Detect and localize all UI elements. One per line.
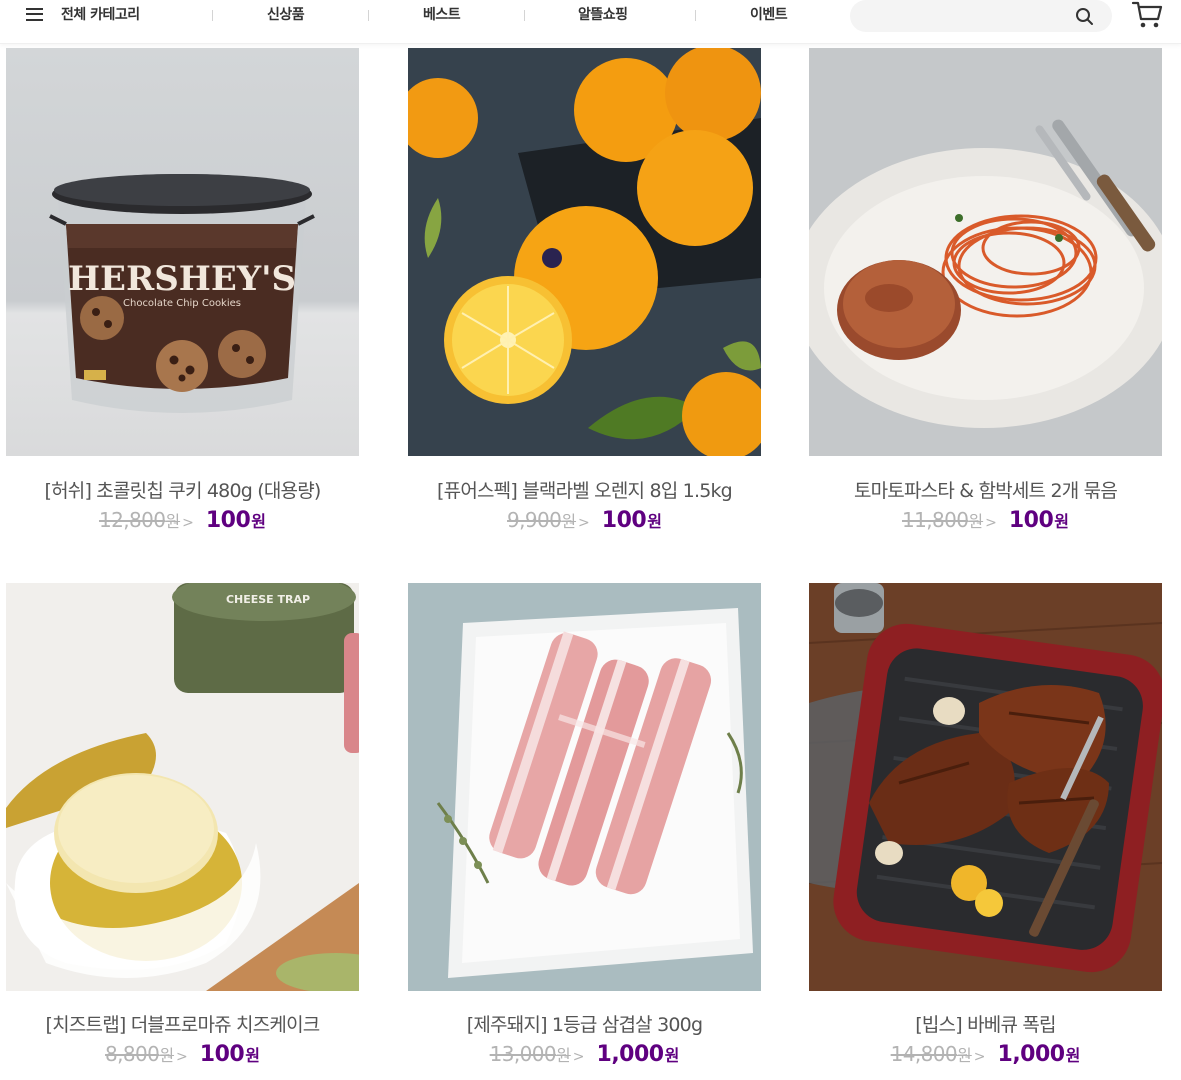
price-arrow-icon: > (973, 1049, 986, 1065)
cheese-trap-lid-text: CHEESE TRAP (226, 593, 310, 606)
price-arrow-icon: > (578, 515, 590, 531)
original-price: 12,800 (98, 508, 166, 532)
original-price: 11,800 (901, 508, 969, 532)
price-row: 12,800 원 > 100 원 (6, 508, 359, 536)
cart-icon[interactable] (1130, 0, 1164, 30)
product-name[interactable]: 토마토파스타 & 함박세트 2개 묶음 (809, 476, 1162, 503)
price-row: 9,900 원 > 100 원 (408, 508, 761, 536)
sale-price: 100 (199, 1042, 245, 1067)
nav-item-events[interactable]: 이벤트 (750, 4, 788, 24)
sale-price: 1,000 (997, 1042, 1066, 1067)
original-price-currency: 원 (556, 1046, 571, 1065)
product-image[interactable] (809, 583, 1162, 991)
price-row: 11,800 원 > 100 원 (809, 508, 1162, 536)
original-price: 8,800 (105, 1042, 160, 1066)
sale-price: 1,000 (596, 1042, 665, 1067)
sale-price: 100 (1008, 508, 1054, 533)
product-name[interactable]: [퓨어스펙] 블랙라벨 오렌지 8입 1.5kg (408, 476, 761, 503)
sale-price-currency: 원 (1065, 1046, 1081, 1065)
product-card[interactable]: [빕스] 바베큐 폭립 14,800 원 > 1,000 원 (809, 583, 1162, 1073)
product-card[interactable]: 토마토파스타 & 함박세트 2개 묶음 11,800 원 > 100 원 (809, 48, 1162, 548)
sale-price: 100 (205, 508, 251, 533)
sale-price-currency: 원 (664, 1046, 680, 1065)
hamburger-menu-icon (26, 7, 43, 21)
product-name[interactable]: [치즈트랩] 더블프로마쥬 치즈케이크 (6, 1010, 359, 1037)
product-card[interactable]: [제주돼지] 1등급 삼겹살 300g 13,000 원 > 1,000 원 (408, 583, 761, 1073)
nav-item-new[interactable]: 신상품 (267, 4, 305, 24)
product-image[interactable] (809, 48, 1162, 456)
price-row: 13,000 원 > 1,000 원 (408, 1042, 761, 1070)
product-name[interactable]: [제주돼지] 1등급 삼겹살 300g (408, 1010, 761, 1037)
product-name[interactable]: [빕스] 바베큐 폭립 (809, 1010, 1162, 1037)
sale-price-currency: 원 (647, 512, 662, 531)
hersheys-cookie-tub-image: HERSHEY'S Chocolate Chip Cookies (6, 48, 359, 456)
sale-price-currency: 원 (245, 1046, 260, 1065)
product-image[interactable] (408, 583, 761, 991)
all-categories-label: 전체 카테고리 (61, 7, 140, 23)
price-arrow-icon: > (182, 515, 194, 531)
bbq-pork-ribs-image (809, 583, 1162, 991)
product-card[interactable]: [퓨어스펙] 블랙라벨 오렌지 8입 1.5kg 9,900 원 > 100 원 (408, 48, 761, 548)
sale-price-currency: 원 (251, 512, 267, 531)
price-row: 14,800 원 > 1,000 원 (809, 1042, 1162, 1070)
all-categories-menu[interactable]: 전체 카테고리 (26, 4, 140, 24)
product-card[interactable]: HERSHEY'S Chocolate Chip Cookies [허쉬] 초콜… (6, 48, 359, 548)
tomato-pasta-hamburg-image (809, 48, 1162, 456)
sale-price: 100 (601, 508, 647, 533)
original-price: 13,000 (489, 1042, 557, 1066)
price-arrow-icon: > (176, 1049, 188, 1065)
original-price-currency: 원 (561, 512, 577, 531)
pork-belly-image (408, 583, 761, 991)
oranges-image (408, 48, 761, 456)
hersheys-sub-text: Chocolate Chip Cookies (123, 298, 241, 309)
nav-divider (368, 10, 369, 21)
nav-divider (695, 10, 696, 21)
product-card[interactable]: CHEESE TRAP [치즈트랩] 더블프로마쥬 치즈케이크 8,800 원 … (6, 583, 359, 1073)
sale-price-currency: 원 (1054, 512, 1070, 531)
cheesecake-tin-image: CHEESE TRAP (6, 583, 359, 991)
nav-item-thrifty-shopping[interactable]: 알뜰쇼핑 (578, 4, 628, 24)
product-image[interactable]: CHEESE TRAP (6, 583, 359, 991)
price-arrow-icon: > (985, 515, 997, 531)
original-price-currency: 원 (165, 512, 181, 531)
price-row: 8,800 원 > 100 원 (6, 1042, 359, 1070)
search-input[interactable] (866, 6, 1066, 26)
product-image[interactable] (408, 48, 761, 456)
product-name[interactable]: [허쉬] 초콜릿칩 쿠키 480g (대용량) (6, 476, 359, 503)
hersheys-brand-text: HERSHEY'S (68, 259, 296, 299)
original-price-currency: 원 (159, 1046, 175, 1065)
original-price: 9,900 (507, 508, 562, 532)
top-navigation-bar: 전체 카테고리 신상품 베스트 알뜰쇼핑 이벤트 (0, 0, 1181, 44)
original-price-currency: 원 (957, 1046, 972, 1065)
nav-divider (212, 10, 213, 21)
search-icon[interactable] (1073, 5, 1095, 27)
original-price-currency: 원 (968, 512, 984, 531)
product-image[interactable]: HERSHEY'S Chocolate Chip Cookies (6, 48, 359, 456)
nav-divider (524, 10, 525, 21)
price-arrow-icon: > (572, 1049, 585, 1065)
original-price: 14,800 (890, 1042, 958, 1066)
nav-item-best[interactable]: 베스트 (423, 4, 461, 24)
